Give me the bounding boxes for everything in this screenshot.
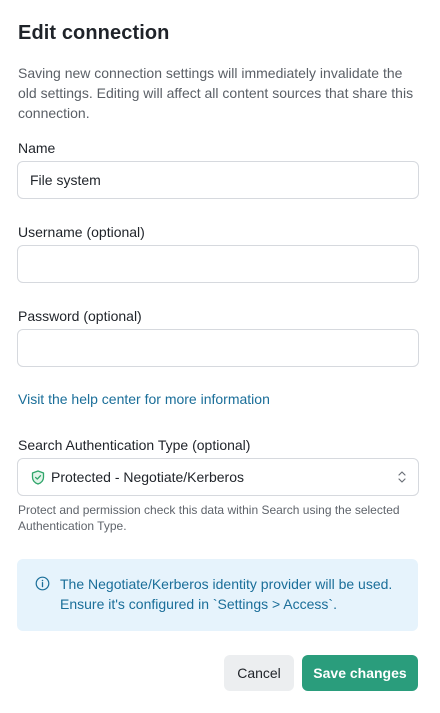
help-center-link[interactable]: Visit the help center for more informati… [18, 391, 270, 407]
info-icon [35, 576, 50, 591]
auth-type-label: Search Authentication Type (optional) [18, 437, 251, 453]
password-input[interactable] [17, 329, 419, 367]
auth-type-selected-value: Protected - Negotiate/Kerberos [51, 469, 244, 485]
edit-connection-dialog: Edit connection Saving new connection se… [0, 0, 440, 713]
auth-type-select[interactable]: Protected - Negotiate/Kerberos [17, 458, 419, 496]
info-callout: The Negotiate/Kerberos identity provider… [17, 559, 418, 631]
dialog-title: Edit connection [18, 22, 170, 44]
save-changes-button[interactable]: Save changes [302, 655, 418, 691]
auth-type-hint: Protect and permission check this data w… [18, 503, 400, 533]
chevron-up-down-icon [396, 469, 408, 485]
password-label: Password (optional) [18, 308, 142, 324]
info-callout-text: The Negotiate/Kerberos identity provider… [60, 576, 393, 612]
dialog-description: Saving new connection settings will imme… [18, 65, 414, 121]
shield-check-icon [31, 469, 45, 485]
name-input[interactable] [17, 161, 419, 199]
username-input[interactable] [17, 245, 419, 283]
cancel-button[interactable]: Cancel [224, 655, 294, 691]
name-label: Name [18, 140, 56, 156]
username-label: Username (optional) [18, 224, 145, 240]
